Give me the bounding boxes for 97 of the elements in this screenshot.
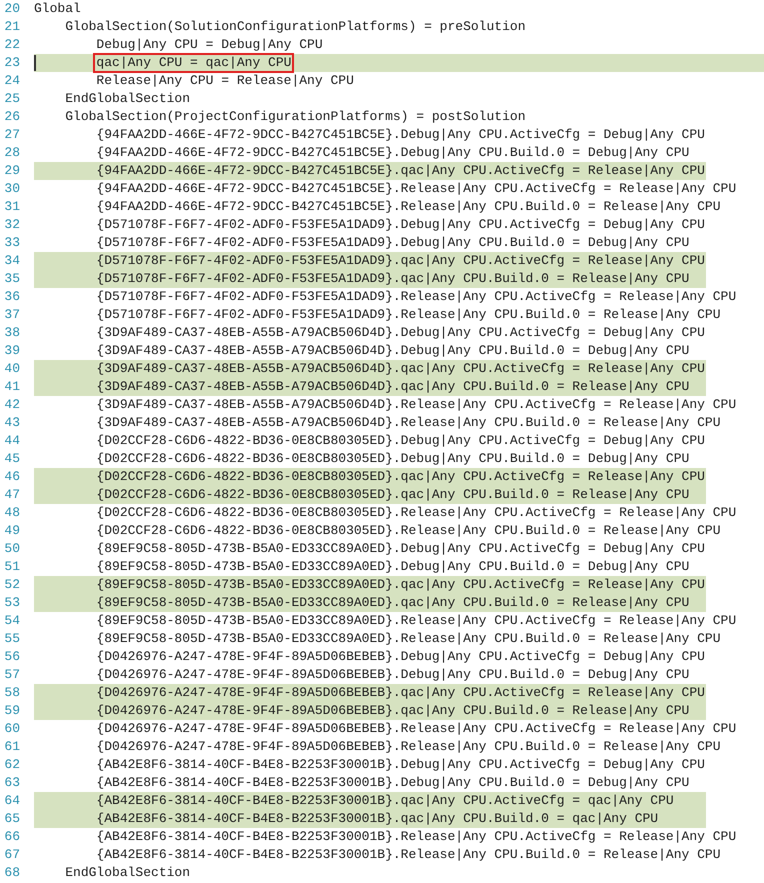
line-number: 30 bbox=[3, 180, 20, 198]
line-number: 47 bbox=[3, 486, 20, 504]
line-number: 64 bbox=[3, 792, 20, 810]
line-number: 32 bbox=[3, 216, 20, 234]
line-number: 57 bbox=[3, 666, 20, 684]
line-number: 37 bbox=[3, 306, 20, 324]
code-line: EndGlobalSection bbox=[64, 864, 192, 882]
code-line: {94FAA2DD-466E-4F72-9DCC-B427C451BC5E}.Release|Any CPU.ActiveCfg = Release|Any CPU bbox=[95, 180, 738, 198]
code-line: {94FAA2DD-466E-4F72-9DCC-B427C451BC5E}.qac|Any CPU.ActiveCfg = Release|Any CPU bbox=[95, 162, 706, 180]
code-line: {D571078F-F6F7-4F02-ADF0-F53FE5A1DAD9}.qac|Any CPU.ActiveCfg = Release|Any CPU bbox=[95, 252, 706, 270]
line-number: 55 bbox=[3, 630, 20, 648]
line-number: 35 bbox=[3, 270, 20, 288]
line-number: 31 bbox=[3, 198, 20, 216]
code-line: {D0426976-A247-478E-9F4F-89A5D06BEBEB}.Release|Any CPU.ActiveCfg = Release|Any CPU bbox=[95, 720, 738, 738]
line-number: 22 bbox=[3, 36, 20, 54]
code-line: {AB42E8F6-3814-40CF-B4E8-B2253F30001B}.Debug|Any CPU.Build.0 = Debug|Any CPU bbox=[95, 774, 690, 792]
code-line: {D02CCF28-C6D6-4822-BD36-0E8CB80305ED}.Release|Any CPU.ActiveCfg = Release|Any CPU bbox=[95, 504, 738, 522]
line-number: 44 bbox=[3, 432, 20, 450]
line-number: 60 bbox=[3, 720, 20, 738]
code-line: {94FAA2DD-466E-4F72-9DCC-B427C451BC5E}.Debug|Any CPU.Build.0 = Debug|Any CPU bbox=[95, 144, 690, 162]
code-line: {D02CCF28-C6D6-4822-BD36-0E8CB80305ED}.qac|Any CPU.ActiveCfg = Release|Any CPU bbox=[95, 468, 706, 486]
code-line: {AB42E8F6-3814-40CF-B4E8-B2253F30001B}.Release|Any CPU.ActiveCfg = Release|Any CPU bbox=[95, 828, 738, 846]
line-number: 26 bbox=[3, 108, 20, 126]
code-line: {D571078F-F6F7-4F02-ADF0-F53FE5A1DAD9}.Debug|Any CPU.ActiveCfg = Debug|Any CPU bbox=[95, 216, 706, 234]
line-number: 39 bbox=[3, 342, 20, 360]
line-number: 46 bbox=[3, 468, 20, 486]
code-line: {89EF9C58-805D-473B-B5A0-ED33CC89A0ED}.Release|Any CPU.Build.0 = Release|Any CPU bbox=[95, 630, 722, 648]
code-line: {94FAA2DD-466E-4F72-9DCC-B427C451BC5E}.Debug|Any CPU.ActiveCfg = Debug|Any CPU bbox=[95, 126, 706, 144]
line-number: 21 bbox=[3, 18, 20, 36]
code-line: {D0426976-A247-478E-9F4F-89A5D06BEBEB}.Release|Any CPU.Build.0 = Release|Any CPU bbox=[95, 738, 722, 756]
code-line: {D0426976-A247-478E-9F4F-89A5D06BEBEB}.Debug|Any CPU.ActiveCfg = Debug|Any CPU bbox=[95, 648, 706, 666]
code-line: {D02CCF28-C6D6-4822-BD36-0E8CB80305ED}.Release|Any CPU.Build.0 = Release|Any CPU bbox=[95, 522, 722, 540]
line-number: 42 bbox=[3, 396, 20, 414]
line-number: 54 bbox=[3, 612, 20, 630]
line-number: 58 bbox=[3, 684, 20, 702]
line-number: 45 bbox=[3, 450, 20, 468]
code-line: {D0426976-A247-478E-9F4F-89A5D06BEBEB}.Debug|Any CPU.Build.0 = Debug|Any CPU bbox=[95, 666, 690, 684]
line-number: 29 bbox=[3, 162, 20, 180]
line-number: 52 bbox=[3, 576, 20, 594]
line-number: 25 bbox=[3, 90, 20, 108]
code-line: {D571078F-F6F7-4F02-ADF0-F53FE5A1DAD9}.Release|Any CPU.ActiveCfg = Release|Any CPU bbox=[95, 288, 738, 306]
line-number: 66 bbox=[3, 828, 20, 846]
code-line: {AB42E8F6-3814-40CF-B4E8-B2253F30001B}.qac|Any CPU.Build.0 = qac|Any CPU bbox=[95, 810, 660, 828]
code-line: {AB42E8F6-3814-40CF-B4E8-B2253F30001B}.Release|Any CPU.Build.0 = Release|Any CPU bbox=[95, 846, 722, 864]
code-line: {D571078F-F6F7-4F02-ADF0-F53FE5A1DAD9}.qac|Any CPU.Build.0 = Release|Any CPU bbox=[95, 270, 690, 288]
code-line: {D02CCF28-C6D6-4822-BD36-0E8CB80305ED}.Debug|Any CPU.Build.0 = Debug|Any CPU bbox=[95, 450, 690, 468]
code-line: {D02CCF28-C6D6-4822-BD36-0E8CB80305ED}.Debug|Any CPU.ActiveCfg = Debug|Any CPU bbox=[95, 432, 706, 450]
line-number: 50 bbox=[3, 540, 20, 558]
code-line: {94FAA2DD-466E-4F72-9DCC-B427C451BC5E}.Release|Any CPU.Build.0 = Release|Any CPU bbox=[95, 198, 722, 216]
code-line: {3D9AF489-CA37-48EB-A55B-A79ACB506D4D}.qac|Any CPU.ActiveCfg = Release|Any CPU bbox=[95, 360, 706, 378]
line-number: 28 bbox=[3, 144, 20, 162]
line-number: 43 bbox=[3, 414, 20, 432]
line-number: 33 bbox=[3, 234, 20, 252]
line-number: 34 bbox=[3, 252, 20, 270]
code-line: {89EF9C58-805D-473B-B5A0-ED33CC89A0ED}.qac|Any CPU.ActiveCfg = Release|Any CPU bbox=[95, 576, 706, 594]
code-line: {89EF9C58-805D-473B-B5A0-ED33CC89A0ED}.Debug|Any CPU.ActiveCfg = Debug|Any CPU bbox=[95, 540, 706, 558]
code-line: {AB42E8F6-3814-40CF-B4E8-B2253F30001B}.qac|Any CPU.ActiveCfg = qac|Any CPU bbox=[95, 792, 675, 810]
line-number: 20 bbox=[3, 0, 20, 18]
line-number: 56 bbox=[3, 648, 20, 666]
code-line: {89EF9C58-805D-473B-B5A0-ED33CC89A0ED}.Release|Any CPU.ActiveCfg = Release|Any CPU bbox=[95, 612, 738, 630]
line-number: 40 bbox=[3, 360, 20, 378]
line-number: 36 bbox=[3, 288, 20, 306]
line-number: 41 bbox=[3, 378, 20, 396]
code-line: Release|Any CPU = Release|Any CPU bbox=[95, 72, 355, 90]
code-line: {AB42E8F6-3814-40CF-B4E8-B2253F30001B}.Debug|Any CPU.ActiveCfg = Debug|Any CPU bbox=[95, 756, 706, 774]
code-line: {89EF9C58-805D-473B-B5A0-ED33CC89A0ED}.qac|Any CPU.Build.0 = Release|Any CPU bbox=[95, 594, 690, 612]
line-number: 65 bbox=[3, 810, 20, 828]
code-line: {D0426976-A247-478E-9F4F-89A5D06BEBEB}.qac|Any CPU.Build.0 = Release|Any CPU bbox=[95, 702, 690, 720]
code-line: {3D9AF489-CA37-48EB-A55B-A79ACB506D4D}.qac|Any CPU.Build.0 = Release|Any CPU bbox=[95, 378, 690, 396]
line-number: 48 bbox=[3, 504, 20, 522]
code-line: GlobalSection(ProjectConfigurationPlatforms) = postSolution bbox=[64, 108, 526, 126]
code-line: {D571078F-F6F7-4F02-ADF0-F53FE5A1DAD9}.Release|Any CPU.Build.0 = Release|Any CPU bbox=[95, 306, 722, 324]
line-number: 63 bbox=[3, 774, 20, 792]
line-number: 51 bbox=[3, 558, 20, 576]
code-line: {D02CCF28-C6D6-4822-BD36-0E8CB80305ED}.qac|Any CPU.Build.0 = Release|Any CPU bbox=[95, 486, 690, 504]
line-number: 27 bbox=[3, 126, 20, 144]
line-number: 61 bbox=[3, 738, 20, 756]
code-line: GlobalSection(SolutionConfigurationPlatforms) = preSolution bbox=[64, 18, 526, 36]
line-number: 38 bbox=[3, 324, 20, 342]
code-line: {3D9AF489-CA37-48EB-A55B-A79ACB506D4D}.Release|Any CPU.ActiveCfg = Release|Any CPU bbox=[95, 396, 738, 414]
code-line: Debug|Any CPU = Debug|Any CPU bbox=[95, 36, 324, 54]
line-number: 67 bbox=[3, 846, 20, 864]
line-number: 53 bbox=[3, 594, 20, 612]
code-line: {89EF9C58-805D-473B-B5A0-ED33CC89A0ED}.Debug|Any CPU.Build.0 = Debug|Any CPU bbox=[95, 558, 690, 576]
code-line: {3D9AF489-CA37-48EB-A55B-A79ACB506D4D}.Debug|Any CPU.ActiveCfg = Debug|Any CPU bbox=[95, 324, 706, 342]
code-line: {3D9AF489-CA37-48EB-A55B-A79ACB506D4D}.Release|Any CPU.Build.0 = Release|Any CPU bbox=[95, 414, 722, 432]
line-number: 23 bbox=[3, 54, 20, 72]
code-line: EndGlobalSection bbox=[64, 90, 192, 108]
line-number: 59 bbox=[3, 702, 20, 720]
line-number: 24 bbox=[3, 72, 20, 90]
code-line: {D0426976-A247-478E-9F4F-89A5D06BEBEB}.qac|Any CPU.ActiveCfg = Release|Any CPU bbox=[95, 684, 706, 702]
line-number: 62 bbox=[3, 756, 20, 774]
code-line: Global bbox=[33, 0, 82, 18]
code-line: {D571078F-F6F7-4F02-ADF0-F53FE5A1DAD9}.Debug|Any CPU.Build.0 = Debug|Any CPU bbox=[95, 234, 690, 252]
code-line: {3D9AF489-CA37-48EB-A55B-A79ACB506D4D}.Debug|Any CPU.Build.0 = Debug|Any CPU bbox=[95, 342, 690, 360]
line-number: 68 bbox=[3, 864, 20, 882]
line-number: 49 bbox=[3, 522, 20, 540]
